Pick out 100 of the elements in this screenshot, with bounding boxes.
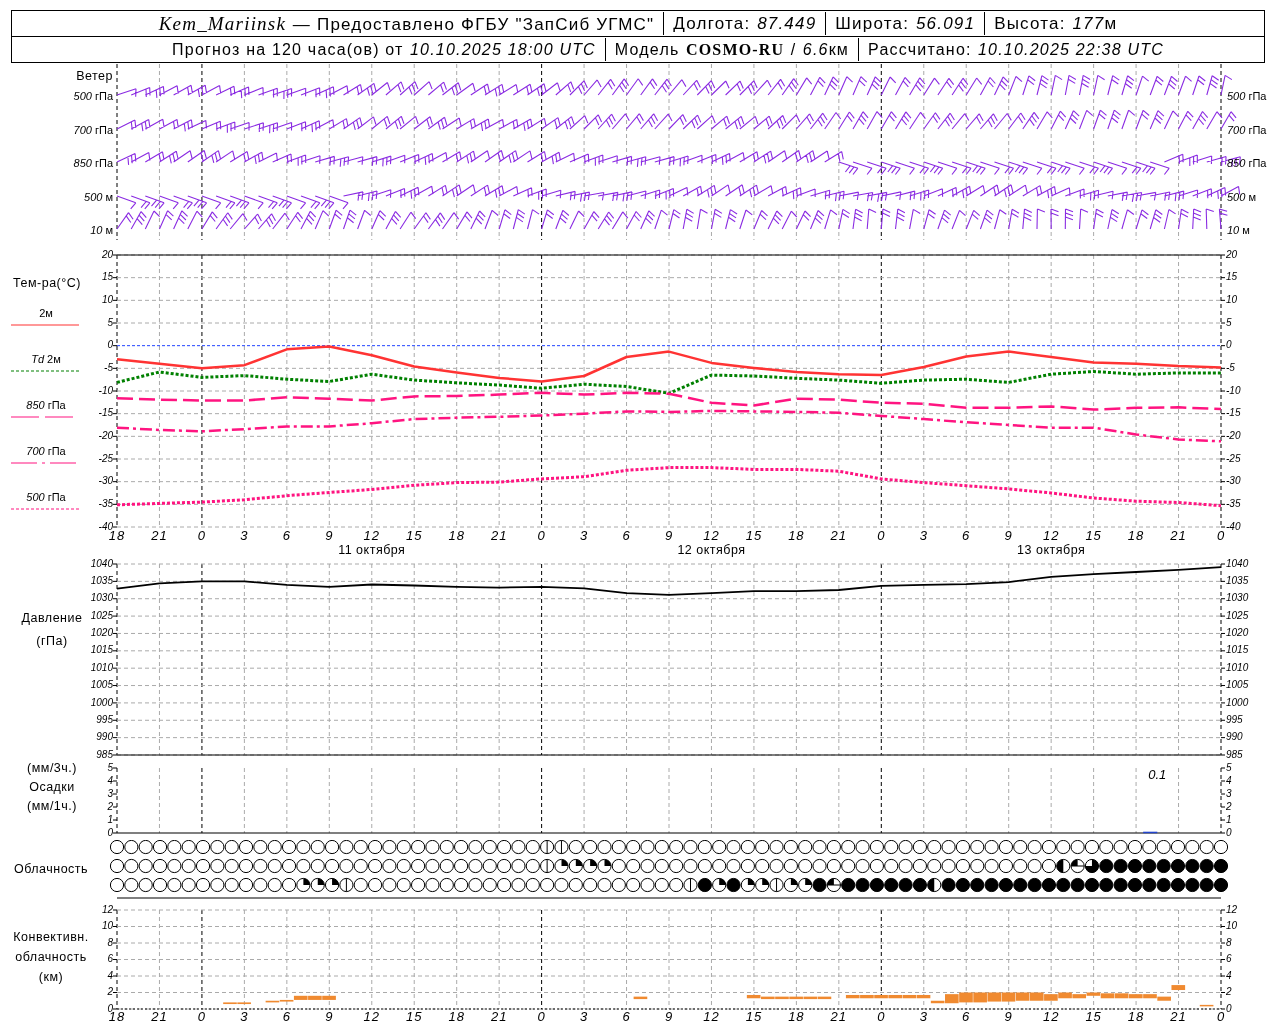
axis-tick-label: 1010 xyxy=(1226,661,1249,673)
header-text: 177 xyxy=(1072,13,1105,35)
axis-tick-label: 1 xyxy=(1226,813,1232,825)
axis-tick-label: 12 xyxy=(363,528,380,544)
date-label: 11 октября xyxy=(338,543,406,558)
axis-tick-label: 1000 xyxy=(90,696,113,708)
header-text: 10.10.2025 18:00 UTC xyxy=(409,40,596,60)
axis-tick-label: 12 xyxy=(1042,1009,1060,1024)
axis-tick-label: 990 xyxy=(96,731,113,743)
axis-tick-label: 0 xyxy=(1226,339,1232,351)
axis-tick-label: 0 xyxy=(537,1009,546,1024)
axis-tick-label: -35 xyxy=(1226,497,1241,509)
axis-tick-label: 10 xyxy=(101,920,113,932)
axis-tick-label: 6 xyxy=(1226,953,1232,965)
axis-tick-label: 990 xyxy=(1226,731,1243,743)
axis-tick-label: 0 xyxy=(107,1002,113,1014)
header-text: Долгота: xyxy=(673,13,751,35)
header-text: Прогноз на 120 часа(ов) от xyxy=(172,40,404,60)
temperature-title: Тем-ра(°C) xyxy=(13,276,81,291)
axis-tick-label: 3 xyxy=(107,787,113,799)
level-label: 10 м xyxy=(1227,223,1250,236)
axis-tick-label: 0 xyxy=(877,528,886,544)
level-label: 700 гПа xyxy=(73,123,113,136)
axis-tick-label: 1025 xyxy=(90,609,113,621)
axis-tick-label: 5 xyxy=(1226,316,1232,328)
axis-tick-label: 0 xyxy=(107,339,113,351)
header-text: м xyxy=(1104,13,1118,35)
cloud-label: Облачность xyxy=(13,862,89,877)
axis-tick-label: 0 xyxy=(1216,528,1226,544)
axis-tick-label: 8 xyxy=(107,936,113,948)
axis-tick-label: 6 xyxy=(107,953,113,965)
axis-tick-label: 4 xyxy=(1226,774,1232,786)
axis-tick-label: 3 xyxy=(579,1009,589,1024)
date-label: 12 октября xyxy=(677,543,746,558)
level-label: 500 гПа xyxy=(1227,89,1267,102)
convective-label: Конвективн. xyxy=(13,930,89,945)
axis-tick-label: -15 xyxy=(1226,407,1241,419)
axis-tick-label: 18 xyxy=(448,1009,465,1024)
wind-title: Ветер xyxy=(76,69,113,84)
axis-tick-label: 1005 xyxy=(90,679,113,691)
axis-tick-label: 9 xyxy=(664,1009,674,1024)
level-label: 500 гПа xyxy=(73,89,113,102)
axis-tick-label: 1040 xyxy=(1226,559,1249,569)
axis-tick-label: 21 xyxy=(490,1009,508,1024)
header-text: Kem_Mariinsk xyxy=(158,11,287,35)
level-label: 850 гПа xyxy=(73,156,113,169)
axis-tick-label: -35 xyxy=(98,497,113,509)
axis-tick-label: 15 xyxy=(745,1009,763,1024)
header-text: 56.091 xyxy=(915,13,976,35)
header-text: COSMO-RU xyxy=(685,40,785,60)
level-label: 500 м xyxy=(1227,190,1256,203)
header-text: Высота: xyxy=(994,13,1066,35)
axis-tick-label: 6 xyxy=(282,1009,291,1024)
axis-tick-label: 12 xyxy=(1042,528,1060,544)
level-label: 10 м xyxy=(90,223,113,236)
axis-tick-label: 1020 xyxy=(1226,627,1249,639)
axis-tick-label: 9 xyxy=(325,1009,334,1024)
axis-tick-label: 1015 xyxy=(90,644,113,656)
axis-tick-label: 6 xyxy=(962,1009,971,1024)
axis-tick-label: 2 xyxy=(1226,986,1232,998)
convective-label: (км) xyxy=(38,970,64,985)
header-text: 6.6 xyxy=(802,40,829,60)
axis-tick-label: -5 xyxy=(104,361,113,373)
legend-label: 2м xyxy=(39,306,53,319)
level-label: 850 гПа xyxy=(1227,156,1267,169)
header-text: — Предоставлено ФГБУ "ЗапСиб УГМС" xyxy=(292,13,655,36)
axis-tick-label: 3 xyxy=(240,1009,249,1024)
axis-tick-label: 9 xyxy=(325,528,334,544)
axis-tick-label: 21 xyxy=(151,528,168,544)
axis-tick-label: 1015 xyxy=(1226,644,1249,656)
legend-label: 500 гПа xyxy=(26,490,66,503)
legend-label: 850 гПа xyxy=(26,398,66,411)
axis-tick-label: 4 xyxy=(107,774,113,786)
axis-tick-label: 985 xyxy=(1226,748,1243,760)
axis-tick-label: 18 xyxy=(448,528,465,544)
axis-tick-label: 2 xyxy=(107,986,113,998)
axis-tick-label: 20 xyxy=(1226,249,1238,260)
axis-tick-label: 0 xyxy=(537,528,546,544)
axis-tick-label: 1035 xyxy=(90,575,113,586)
axis-tick-label: 21 xyxy=(830,1009,848,1024)
axis-tick-label: 6 xyxy=(622,1009,631,1024)
axis-tick-label: 0 xyxy=(1216,1009,1226,1024)
axis-tick-label: 1005 xyxy=(1226,679,1249,691)
axis-tick-label: -15 xyxy=(98,407,113,419)
axis-tick-label: 1020 xyxy=(90,627,113,639)
legend-label: Td 2м xyxy=(31,352,61,365)
convective-label: облачность xyxy=(15,950,87,965)
axis-tick-label: 995 xyxy=(96,713,113,725)
precipitation-label: (мм/1ч.) xyxy=(27,799,77,814)
precipitation-label: (мм/3ч.) xyxy=(27,761,77,776)
axis-tick-label: 2 xyxy=(107,800,113,812)
axis-tick-label: 21 xyxy=(1170,1009,1187,1024)
axis-tick-label: 6 xyxy=(622,528,631,544)
axis-tick-label: 5 xyxy=(107,761,113,773)
axis-tick-label: 3 xyxy=(579,528,589,544)
axis-tick-label: 12 xyxy=(703,1009,720,1024)
axis-tick-label: 21 xyxy=(1170,528,1187,544)
axis-tick-label: 15 xyxy=(745,528,763,544)
axis-tick-label: 12 xyxy=(1226,903,1238,915)
axis-tick-label: 0 xyxy=(197,1009,207,1024)
